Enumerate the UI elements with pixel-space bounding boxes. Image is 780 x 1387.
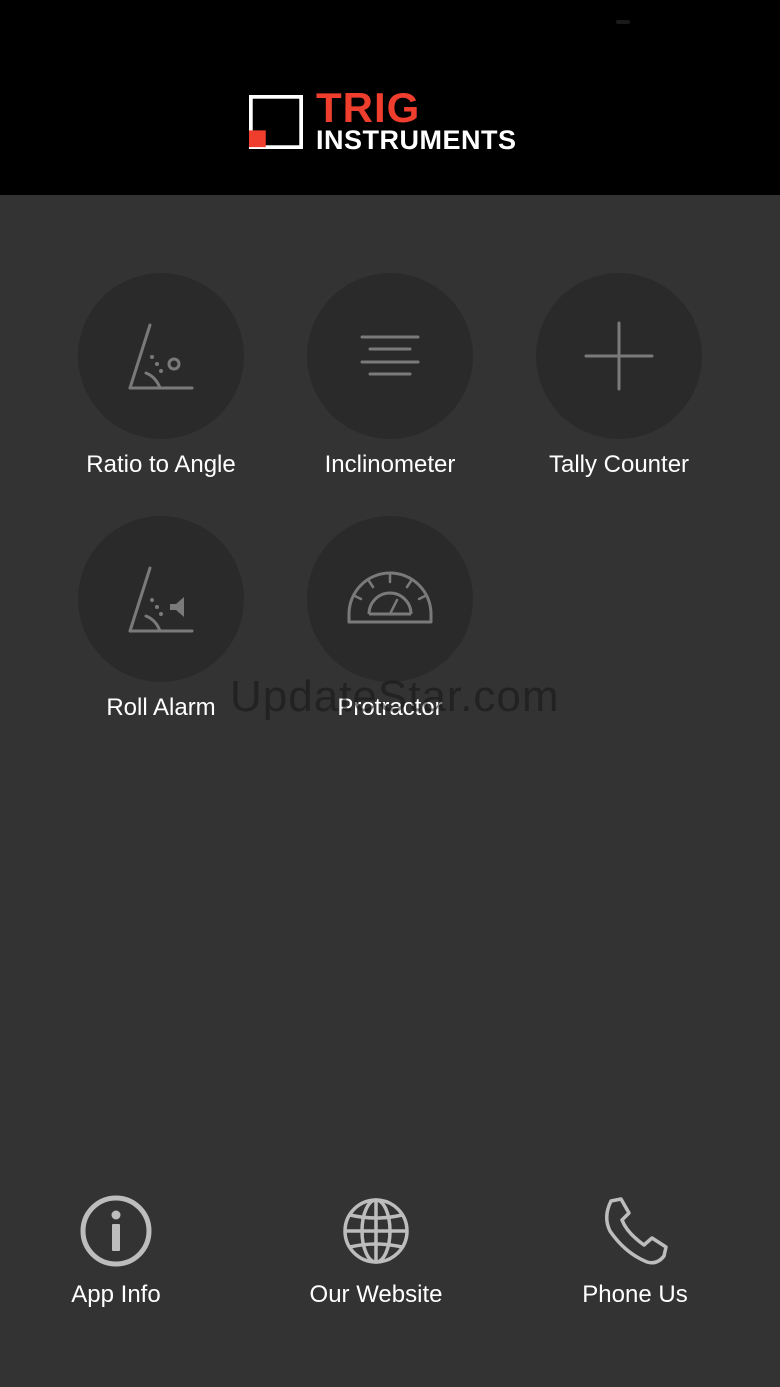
plus-icon <box>584 321 654 391</box>
app-header: TRIG INSTRUMENTS <box>0 0 780 195</box>
nav-label: Our Website <box>309 1281 443 1308</box>
roll-alarm-icon <box>128 566 194 633</box>
logo-mark-icon <box>249 95 303 149</box>
info-icon <box>80 1195 152 1267</box>
nav-phone-us[interactable]: Phone Us <box>535 1193 735 1309</box>
tool-label: Ratio to Angle <box>86 451 236 478</box>
level-lines-icon <box>360 335 420 376</box>
globe-icon <box>343 1198 409 1264</box>
nav-app-info[interactable]: App Info <box>16 1193 216 1309</box>
ratio-angle-icon <box>128 323 194 390</box>
tool-button[interactable] <box>307 516 473 682</box>
tool-button[interactable] <box>78 273 244 439</box>
tool-tally-counter[interactable]: Tally Counter <box>509 273 729 479</box>
phone-icon <box>605 1197 668 1265</box>
brand-line-trig: TRIG <box>316 84 421 131</box>
brand-line-instruments: INSTRUMENTS <box>316 125 517 155</box>
brand-logo: TRIG INSTRUMENTS <box>316 84 517 155</box>
protractor-icon <box>347 571 433 624</box>
tool-button[interactable] <box>78 516 244 682</box>
nav-our-website[interactable]: Our Website <box>276 1193 476 1309</box>
tool-button[interactable] <box>536 273 702 439</box>
tool-label: Tally Counter <box>548 451 690 478</box>
tool-ratio-to-angle[interactable]: Ratio to Angle <box>51 273 271 479</box>
tool-protractor[interactable]: Protractor <box>280 516 500 722</box>
tool-roll-alarm[interactable]: Roll Alarm <box>51 516 271 722</box>
tool-label: Roll Alarm <box>106 694 216 721</box>
tool-label: Protractor <box>337 694 443 721</box>
tool-inclinometer[interactable]: Inclinometer <box>280 273 500 479</box>
tool-button[interactable] <box>307 273 473 439</box>
status-indicator <box>616 20 630 24</box>
nav-label: App Info <box>71 1281 161 1308</box>
nav-label: Phone Us <box>582 1281 688 1308</box>
tool-label: Inclinometer <box>324 451 456 478</box>
